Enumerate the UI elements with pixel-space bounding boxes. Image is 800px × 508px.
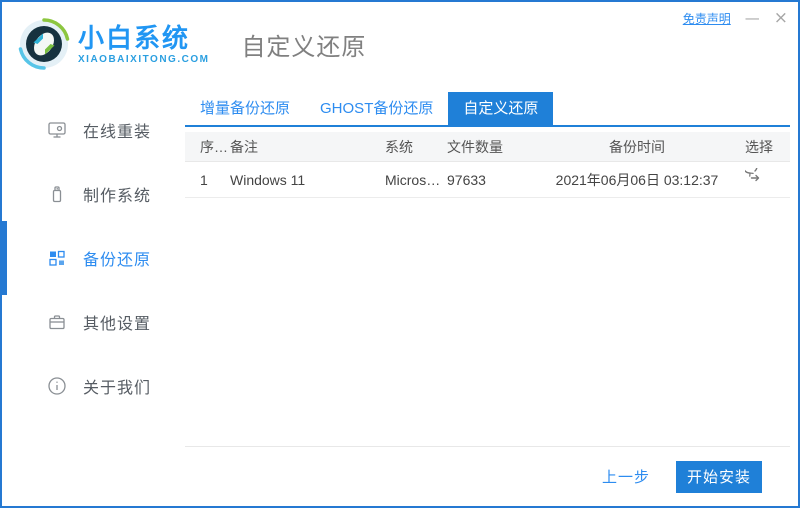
sidebar-item-other-settings[interactable]: 其他设置 <box>2 290 185 354</box>
minimize-icon[interactable]: — <box>745 11 760 26</box>
col-header-note: 备注 <box>230 138 258 155</box>
sidebar-item-label: 关于我们 <box>83 380 152 397</box>
tab-custom-restore[interactable]: 自定义还原 <box>448 92 554 125</box>
tab-incremental-backup-restore[interactable]: 增量备份还原 <box>185 92 305 125</box>
active-indicator <box>2 221 7 295</box>
row-backup-time: 2021年06月06日 03:12:37 <box>555 171 719 188</box>
sidebar-item-online-reinstall[interactable]: 在线重装 <box>2 98 185 162</box>
brand-name: 小白系统 <box>78 22 191 53</box>
blocks-icon <box>49 250 65 266</box>
sidebar-item-label: 其他设置 <box>83 316 152 333</box>
col-header-system: 系统 <box>385 138 413 155</box>
sidebar-item-label: 备份还原 <box>83 252 152 269</box>
col-header-index: 序号 <box>200 138 228 155</box>
toolbox-icon <box>49 315 65 330</box>
row-system: Microsoft... <box>385 171 447 188</box>
page-title: 自定义还原 <box>241 33 367 61</box>
sidebar: 在线重装 制作系统 备份还原 其他设置 关于我们 <box>2 86 185 506</box>
backup-table: 序号 备注 系统 文件数量 备份时间 选择 1 Windows 11 Micro… <box>185 132 790 198</box>
titlebar-controls: 免责声明 — × <box>683 10 788 27</box>
col-header-backup-time: 备份时间 <box>609 138 665 155</box>
monitor-icon <box>48 122 66 138</box>
row-file-count: 97633 <box>447 171 486 188</box>
sidebar-item-make-system[interactable]: 制作系统 <box>2 162 185 226</box>
disclaimer-link[interactable]: 免责声明 <box>683 10 731 27</box>
tab-bar: 增量备份还原 GHOST备份还原 自定义还原 <box>185 92 790 127</box>
col-header-select: 选择 <box>745 138 773 155</box>
header: 小白系统 XIAOBAIXITONG.COM 自定义还原 <box>2 2 798 86</box>
info-icon <box>48 377 66 395</box>
tab-ghost-backup-restore[interactable]: GHOST备份还原 <box>305 92 448 125</box>
close-icon[interactable]: × <box>774 10 788 27</box>
restore-icon[interactable] <box>745 168 765 188</box>
sidebar-item-label: 在线重装 <box>83 124 152 141</box>
row-select <box>740 168 790 191</box>
sidebar-item-about-us[interactable]: 关于我们 <box>2 354 185 418</box>
usb-drive-icon <box>52 186 62 203</box>
col-header-file-count: 文件数量 <box>447 138 503 155</box>
app-logo: 小白系统 XIAOBAIXITONG.COM <box>18 18 209 70</box>
start-install-button[interactable]: 开始安装 <box>676 460 762 493</box>
brand-domain: XIAOBAIXITONG.COM <box>78 53 210 65</box>
row-note: Windows 11 <box>230 171 306 188</box>
sidebar-item-backup-restore[interactable]: 备份还原 <box>2 221 185 295</box>
row-index: 1 <box>200 171 208 188</box>
previous-step-button[interactable]: 上一步 <box>602 466 650 487</box>
table-row: 1 Windows 11 Microsoft... 97633 2021年06月… <box>185 162 790 198</box>
content: 增量备份还原 GHOST备份还原 自定义还原 序号 备注 系统 文件数量 备份时… <box>185 86 798 506</box>
main: 在线重装 制作系统 备份还原 其他设置 关于我们 增量备份还原 GHOST备份还… <box>2 86 798 506</box>
footer: 上一步 开始安装 <box>185 446 790 506</box>
sidebar-item-label: 制作系统 <box>83 188 152 205</box>
table-header-row: 序号 备注 系统 文件数量 备份时间 选择 <box>185 132 790 162</box>
brand-text: 小白系统 XIAOBAIXITONG.COM <box>78 24 209 65</box>
app-window: 免责声明 — × 小白系统 XIAOBAIXITONG.COM 自定义还原 在线… <box>0 0 800 508</box>
logo-globe-icon <box>18 18 70 70</box>
